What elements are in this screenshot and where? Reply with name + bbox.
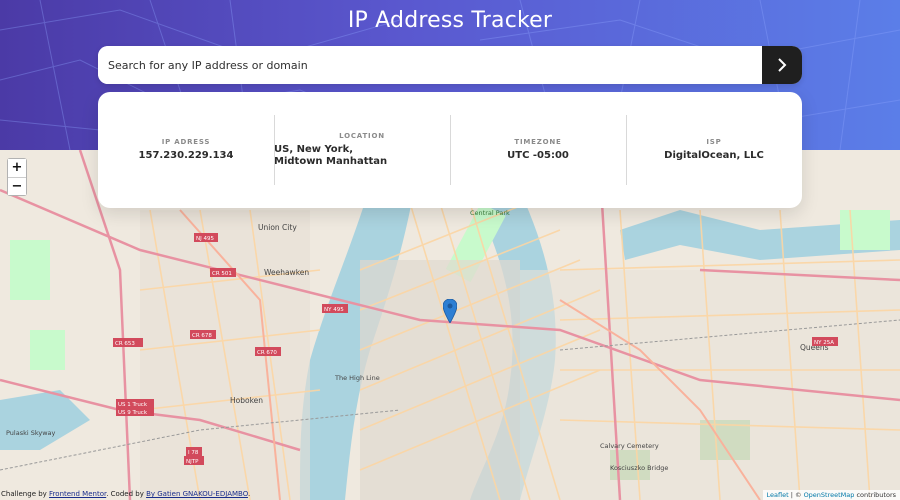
zoom-out-button[interactable]: − [8,177,26,195]
map-label-kosciuszko: Kosciuszko Bridge [610,464,668,472]
map-label-hoboken: Hoboken [230,396,263,405]
ip-address-value: 157.230.229.134 [138,150,234,161]
zoom-in-button[interactable]: + [8,159,26,177]
timezone-cell: TIMEZONE UTC -05:00 [450,115,626,185]
svg-text:US 9 Truck: US 9 Truck [118,410,148,416]
location-pin-icon[interactable] [442,298,458,327]
ip-address-cell: IP ADRESS 157.230.229.134 [98,115,274,185]
isp-value: DigitalOcean, LLC [664,150,764,161]
isp-cell: ISP DigitalOcean, LLC [626,115,802,185]
osm-link[interactable]: OpenStreetMap [804,491,855,499]
svg-text:CR 678: CR 678 [192,333,212,339]
timezone-value: UTC -05:00 [507,150,569,161]
svg-text:NJTP: NJTP [186,459,199,465]
svg-text:NY 495: NY 495 [324,307,344,313]
chevron-right-icon [778,58,787,72]
svg-text:CR 653: CR 653 [115,341,135,347]
page-title: IP Address Tracker [347,8,553,33]
search-submit-button[interactable] [762,46,802,84]
map-label-high-line: The High Line [334,374,380,382]
ip-address-label: IP ADRESS [161,138,211,146]
zoom-control: + − [7,158,27,196]
search-bar [98,46,802,84]
author-link[interactable]: By Gatien GNAKOU-EDJAMBO [146,490,248,498]
svg-text:NY 25A: NY 25A [814,340,834,346]
svg-text:CR 501: CR 501 [212,271,232,277]
svg-text:NJ 495: NJ 495 [196,236,214,242]
frontend-mentor-link[interactable]: Frontend Mentor [49,490,106,498]
location-label: LOCATION [339,132,385,140]
map-attribution: Leaflet | © OpenStreetMap contributors [762,490,900,500]
challenge-credit: Challenge by Frontend Mentor. Coded by B… [1,490,251,498]
map-label-union-city: Union City [258,223,297,232]
isp-label: ISP [706,138,722,146]
timezone-label: TIMEZONE [514,138,562,146]
map-label-weehawken: Weehawken [264,268,309,277]
leaflet-link[interactable]: Leaflet [767,491,789,499]
svg-text:I 78: I 78 [188,450,199,456]
location-value: US, New York, Midtown Manhattan [274,144,388,167]
map-label-central-park: Central Park [470,209,510,217]
map-label-calvary: Calvary Cemetery [600,442,659,450]
search-input[interactable] [98,46,762,84]
location-cell: LOCATION US, New York, Midtown Manhattan [274,115,450,185]
ip-info-card: IP ADRESS 157.230.229.134 LOCATION US, N… [98,92,802,208]
map-label-pulaski: Pulaski Skyway [6,429,56,437]
svg-text:CR 670: CR 670 [257,350,277,356]
